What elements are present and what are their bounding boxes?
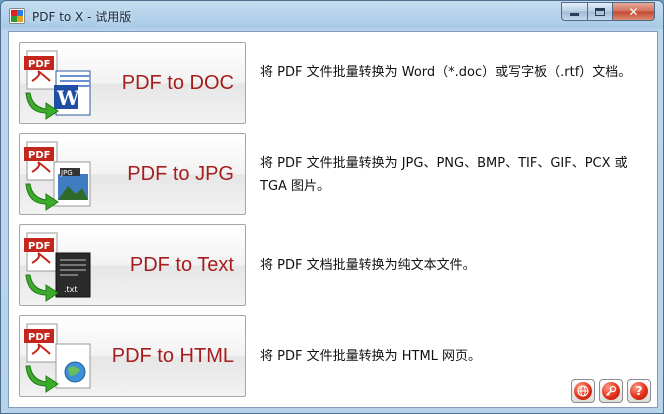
- pdf-to-word-icon: PDF W: [24, 50, 91, 120]
- website-button[interactable]: [571, 379, 595, 403]
- converter-row-doc: PDF W PDF to DOC 将 PDF 文件批量转换为 Word（*.do…: [9, 41, 657, 125]
- pdf-to-html-label: PDF to HTML: [111, 345, 234, 367]
- pdf-to-doc-label: PDF to DOC: [121, 72, 234, 94]
- bottom-toolbar: ?: [571, 379, 651, 403]
- pdf-to-text-icon: PDF .txt: [24, 232, 91, 302]
- minimize-button[interactable]: [561, 2, 587, 21]
- svg-text:.txt: .txt: [64, 285, 78, 294]
- window-controls: ✕: [561, 2, 655, 21]
- svg-text:PDF: PDF: [28, 332, 50, 343]
- pdf-to-jpg-button[interactable]: PDF JPG PDF to JPG: [19, 133, 246, 215]
- close-icon: ✕: [628, 4, 639, 19]
- pdf-to-html-icon: PDF: [24, 323, 91, 393]
- maximize-icon: [595, 7, 605, 16]
- globe-icon: [574, 382, 592, 400]
- window-title: PDF to X - 试用版: [32, 10, 132, 24]
- app-window: PDF to X - 试用版 ✕ PDF W PDF to DOC 将 PDF …: [0, 0, 664, 414]
- title-bar[interactable]: PDF to X - 试用版 ✕: [1, 1, 663, 31]
- svg-text:JPG: JPG: [60, 169, 73, 177]
- pdf-to-doc-button[interactable]: PDF W PDF to DOC: [19, 42, 246, 124]
- main-panel: PDF W PDF to DOC 将 PDF 文件批量转换为 Word（*.do…: [8, 31, 658, 408]
- app-icon[interactable]: [9, 8, 25, 24]
- converter-row-text: PDF .txt PDF to Text 将 PDF 文档批量转换为纯文本文件。: [9, 223, 657, 307]
- key-icon: [602, 382, 620, 400]
- pdf-to-html-description: 将 PDF 文件批量转换为 HTML 网页。: [260, 349, 482, 364]
- register-button[interactable]: [599, 379, 623, 403]
- pdf-to-text-button[interactable]: PDF .txt PDF to Text: [19, 224, 246, 306]
- maximize-button[interactable]: [587, 2, 612, 21]
- pdf-to-image-icon: PDF JPG: [24, 141, 91, 211]
- help-button[interactable]: ?: [627, 379, 651, 403]
- help-icon: ?: [630, 382, 648, 400]
- svg-text:W: W: [56, 86, 80, 110]
- pdf-to-doc-description: 将 PDF 文件批量转换为 Word（*.doc）或写字板（.rtf）文档。: [260, 65, 632, 80]
- converter-row-jpg: PDF JPG PDF to JPG 将 PDF 文件批量转换为 JPG、PNG…: [9, 132, 657, 216]
- minimize-icon: [570, 13, 579, 16]
- svg-text:PDF: PDF: [28, 59, 50, 70]
- svg-text:PDF: PDF: [28, 241, 50, 252]
- pdf-to-text-description: 将 PDF 文档批量转换为纯文本文件。: [260, 258, 476, 273]
- converter-row-html: PDF PDF to HTML 将 PDF 文件批量转换为 HTML 网页。: [9, 314, 657, 398]
- svg-text:PDF: PDF: [28, 150, 50, 161]
- pdf-to-jpg-description: 将 PDF 文件批量转换为 JPG、PNG、BMP、TIF、GIF、PCX 或 …: [260, 156, 628, 194]
- pdf-to-text-label: PDF to Text: [129, 254, 234, 276]
- close-button[interactable]: ✕: [612, 2, 655, 21]
- pdf-to-jpg-label: PDF to JPG: [127, 163, 234, 185]
- pdf-to-html-button[interactable]: PDF PDF to HTML: [19, 315, 246, 397]
